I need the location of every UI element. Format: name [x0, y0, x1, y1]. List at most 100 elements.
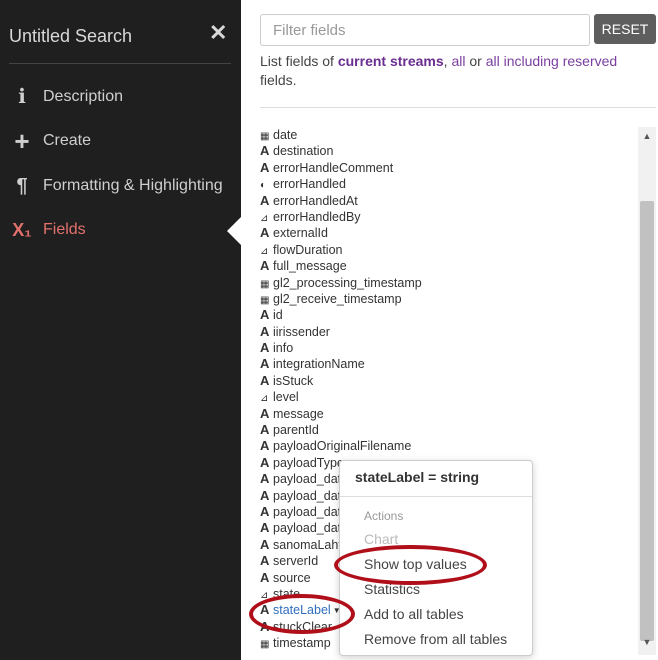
string-type-icon: A	[260, 503, 270, 519]
string-type-icon: A	[260, 258, 270, 274]
field-name[interactable]: integrationName	[273, 357, 365, 371]
field-name[interactable]: isStuck	[273, 374, 313, 388]
string-type-icon: A	[260, 569, 270, 585]
scroll-thumb[interactable]	[640, 201, 654, 641]
separator: or	[465, 53, 486, 69]
field-row[interactable]: ▦ date	[260, 127, 640, 143]
field-name[interactable]: full_message	[273, 259, 347, 273]
field-name[interactable]: date	[273, 128, 297, 142]
sidebar-item-description[interactable]: ℹ Description	[0, 80, 241, 114]
field-name[interactable]: state	[273, 587, 300, 601]
active-pointer	[227, 217, 241, 245]
field-name[interactable]: errorHandleComment	[273, 161, 393, 175]
menu-item-remove-from-all-tables[interactable]: Remove from all tables	[364, 631, 507, 647]
field-name[interactable]: message	[273, 407, 324, 421]
field-row[interactable]: Afull_message	[260, 258, 640, 274]
field-name[interactable]: parentId	[273, 423, 319, 437]
field-row[interactable]: AexternalId	[260, 225, 640, 241]
sidebar-item-fields[interactable]: X₁ Fields	[0, 213, 241, 247]
field-name[interactable]: gl2_receive_timestamp	[273, 292, 402, 306]
scroll-up-arrow-icon[interactable]: ▲	[638, 131, 656, 147]
string-type-icon: A	[260, 454, 270, 470]
string-type-icon: A	[260, 438, 270, 454]
scroll-down-arrow-icon[interactable]: ▼	[638, 637, 656, 653]
field-row[interactable]: Ainfo	[260, 340, 640, 356]
field-row[interactable]: Aiirissender	[260, 324, 640, 340]
field-row[interactable]: ▦ gl2_processing_timestamp	[260, 275, 640, 291]
field-name[interactable]: timestamp	[273, 636, 331, 650]
field-name[interactable]: serverId	[273, 554, 318, 568]
field-name[interactable]: id	[273, 308, 283, 322]
field-row[interactable]: ⊿ level	[260, 389, 640, 405]
description-text: fields.	[260, 72, 297, 88]
close-icon[interactable]: ✕	[209, 22, 227, 44]
field-name[interactable]: source	[273, 571, 311, 585]
field-name[interactable]: sanomaLaht	[273, 538, 342, 552]
field-name[interactable]: info	[273, 341, 293, 355]
sidebar: Untitled Search ✕ ℹ Description + Create…	[0, 0, 241, 660]
all-link[interactable]: all	[451, 53, 465, 69]
field-name[interactable]: payload_dat	[273, 521, 341, 535]
field-row[interactable]: AintegrationName	[260, 356, 640, 372]
divider	[340, 496, 532, 497]
menu-item-add-to-all-tables[interactable]: Add to all tables	[364, 606, 464, 622]
current-streams-link[interactable]: current streams	[338, 53, 444, 69]
string-type-icon: A	[260, 405, 270, 421]
field-name[interactable]: errorHandledAt	[273, 194, 358, 208]
field-row[interactable]: ⊿ errorHandledBy	[260, 209, 640, 225]
field-row[interactable]: AerrorHandleComment	[260, 160, 640, 176]
field-name[interactable]: payload_dat	[273, 489, 341, 503]
field-row[interactable]: ApayloadOriginalFilename	[260, 438, 640, 454]
field-name[interactable]: level	[273, 390, 299, 404]
field-name[interactable]: errorHandledBy	[273, 210, 361, 224]
fields-icon: X₁	[12, 220, 32, 240]
string-type-icon: A	[260, 536, 270, 552]
plus-icon: +	[14, 126, 30, 156]
menu-item-statistics[interactable]: Statistics	[364, 581, 420, 597]
field-name[interactable]: stateLabel	[273, 603, 331, 617]
date-type-icon: ▦	[260, 639, 270, 651]
field-row[interactable]: ▦ gl2_receive_timestamp	[260, 291, 640, 307]
paragraph-icon: ¶	[16, 175, 28, 197]
field-name[interactable]: gl2_processing_timestamp	[273, 276, 422, 290]
field-name[interactable]: payloadType	[273, 456, 344, 470]
divider	[9, 63, 231, 64]
string-type-icon: A	[260, 159, 270, 175]
sidebar-item-formatting[interactable]: ¶ Formatting & Highlighting	[0, 169, 241, 203]
field-name[interactable]: payloadOriginalFilename	[273, 439, 411, 453]
reset-button[interactable]: RESET	[594, 14, 656, 44]
field-row[interactable]: ⊿ flowDuration	[260, 242, 640, 258]
menu-item-show-top-values[interactable]: Show top values	[364, 556, 467, 572]
field-name[interactable]: externalId	[273, 226, 328, 240]
all-including-reserved-link[interactable]: all including reserved	[486, 53, 618, 69]
field-name[interactable]: iirissender	[273, 325, 330, 339]
string-type-icon: A	[260, 487, 270, 503]
string-type-icon: A	[260, 143, 270, 159]
field-row[interactable]: AerrorHandledAt	[260, 193, 640, 209]
field-row[interactable]: Amessage	[260, 406, 640, 422]
field-name[interactable]: destination	[273, 144, 333, 158]
field-name[interactable]: payload_dat	[273, 505, 341, 519]
field-name[interactable]: flowDuration	[273, 243, 342, 257]
field-actions-popover: stateLabel = string Actions Chart Show t…	[339, 460, 533, 656]
field-name[interactable]: errorHandled	[273, 177, 346, 191]
field-row[interactable]: Aid	[260, 307, 640, 323]
sidebar-item-create[interactable]: + Create	[0, 124, 241, 158]
string-type-icon: A	[260, 372, 270, 388]
sidebar-item-label: Formatting & Highlighting	[43, 177, 223, 194]
field-name[interactable]: payload_dat	[273, 472, 341, 486]
field-row[interactable]: Adestination	[260, 143, 640, 159]
string-type-icon: A	[260, 225, 270, 241]
menu-item-chart: Chart	[364, 531, 399, 547]
sidebar-item-label: Description	[43, 88, 124, 105]
field-name[interactable]: stuckClear	[273, 620, 332, 634]
field-row[interactable]: AisStuck	[260, 373, 640, 389]
field-row[interactable]: ◐ errorHandled	[260, 176, 640, 192]
sidebar-item-label: Create	[43, 132, 92, 149]
string-type-icon: A	[260, 471, 270, 487]
scrollbar[interactable]: ▲ ▼	[638, 127, 656, 655]
filter-fields-input[interactable]	[260, 14, 590, 46]
field-row[interactable]: AparentId	[260, 422, 640, 438]
actions-header: Actions	[364, 509, 404, 523]
string-type-icon: A	[260, 307, 270, 323]
